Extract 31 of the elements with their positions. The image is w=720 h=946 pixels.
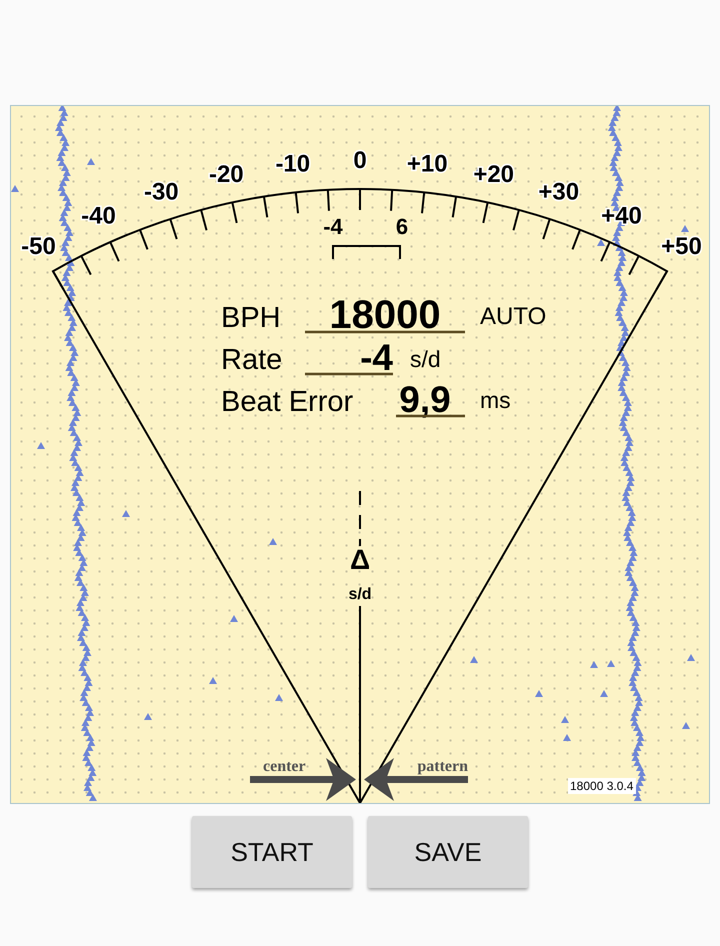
action-button[interactable]: SAVE	[368, 816, 528, 888]
arrow-label: pattern	[417, 758, 468, 775]
arrow-label: center	[263, 758, 306, 775]
rate-label: Rate	[221, 344, 282, 376]
bph-mode: AUTO	[480, 303, 546, 330]
scale-label: +10	[406, 150, 448, 178]
scale-label: +20	[473, 161, 514, 188]
action-button[interactable]: START	[192, 816, 352, 888]
beat-error-label: Beat Error	[221, 386, 354, 418]
beat-bracket	[332, 245, 401, 259]
rate-value: -4	[360, 337, 393, 378]
beat-error-unit: ms	[480, 387, 511, 413]
scale-label: -40	[81, 202, 116, 230]
scale-label: -30	[144, 178, 179, 206]
scale-label: -20	[208, 161, 244, 188]
beat-error-value: 9,9	[399, 379, 451, 420]
delta-unit: s/d	[348, 586, 372, 603]
delta-symbol: Δ	[350, 544, 370, 575]
version-label: 18000 3.0.4	[570, 779, 634, 793]
scale-label: -10	[275, 150, 310, 178]
bph-label: BPH	[221, 302, 281, 334]
scale-label: +30	[538, 178, 580, 206]
bph-value: 18000	[329, 293, 441, 337]
scale-label: 0	[353, 147, 367, 174]
bracket-label: -4	[323, 214, 343, 239]
bracket-label: 6	[396, 214, 408, 239]
scale-label: +50	[661, 233, 702, 260]
arrow-icon	[364, 758, 468, 801]
arrow-icon	[250, 758, 356, 801]
rate-unit: s/d	[410, 346, 441, 372]
scale-label: -50	[21, 233, 56, 260]
